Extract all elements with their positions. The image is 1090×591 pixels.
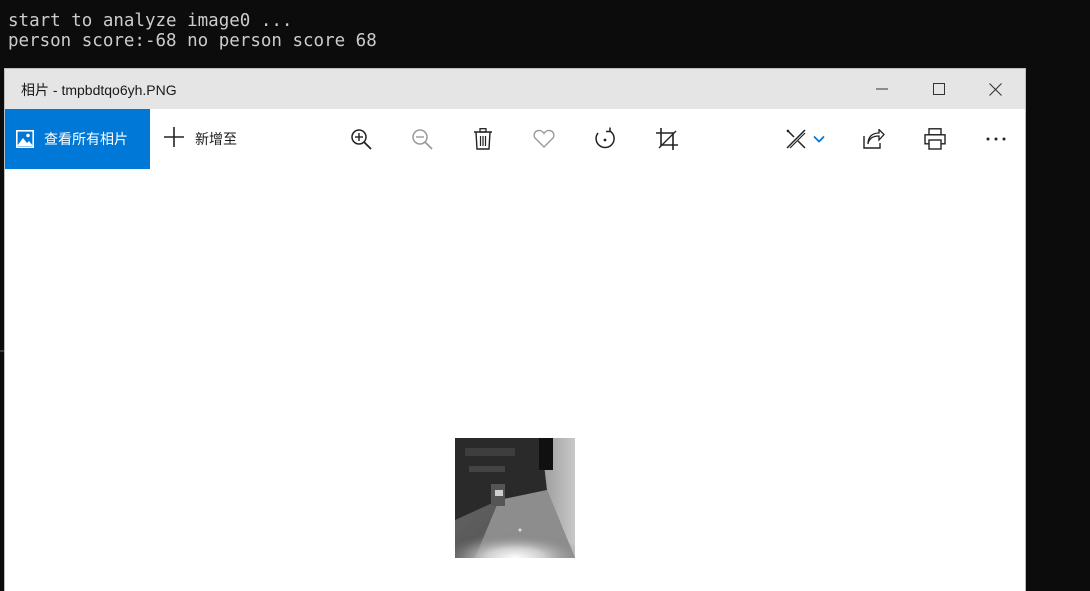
view-all-photos-label: 查看所有相片 — [44, 132, 128, 148]
share-button[interactable] — [852, 109, 896, 169]
maximize-button[interactable] — [910, 69, 967, 109]
maximize-icon — [932, 83, 945, 95]
zoom-out-icon — [412, 129, 433, 150]
console-line-2: person score:-68 no person score 68 — [8, 31, 377, 51]
crop-icon — [656, 128, 678, 150]
print-icon — [924, 128, 946, 150]
share-icon — [863, 129, 885, 149]
delete-button[interactable] — [461, 109, 505, 169]
displayed-photo[interactable] — [455, 438, 575, 558]
more-icon — [986, 137, 1006, 141]
rotate-icon — [595, 127, 615, 149]
delete-icon — [474, 128, 492, 150]
photo-canvas[interactable] — [5, 169, 1025, 591]
close-icon — [989, 82, 1002, 96]
add-to-button[interactable]: 新增至 — [163, 109, 237, 169]
zoom-in-button[interactable] — [339, 109, 383, 169]
rotate-button[interactable] — [583, 109, 627, 169]
zoom-in-icon — [351, 129, 372, 150]
edit-icon — [786, 129, 806, 149]
favorite-button[interactable] — [522, 109, 566, 169]
photo-icon — [16, 130, 34, 148]
add-to-label: 新增至 — [195, 132, 237, 148]
more-options-button[interactable] — [974, 109, 1018, 169]
plus-icon — [163, 126, 185, 153]
window-title: 相片 - tmpbdtqo6yh.PNG — [21, 82, 177, 98]
toolbar: 查看所有相片 新增至 — [5, 109, 1025, 169]
minimize-icon — [875, 88, 888, 90]
close-button[interactable] — [967, 69, 1024, 109]
zoom-out-button[interactable] — [400, 109, 444, 169]
favorite-icon — [533, 129, 555, 148]
chevron-down-icon — [813, 135, 825, 143]
grayscale-photo — [455, 438, 575, 558]
edit-and-create-button[interactable] — [775, 109, 835, 169]
title-bar[interactable]: 相片 - tmpbdtqo6yh.PNG — [5, 69, 1025, 109]
minimize-button[interactable] — [853, 69, 910, 109]
photos-app-window: 相片 - tmpbdtqo6yh.PNG 查看所有相片 新增至 — [5, 69, 1025, 591]
console-line-1: start to analyze image0 ... — [8, 11, 293, 31]
print-button[interactable] — [913, 109, 957, 169]
view-all-photos-button[interactable]: 查看所有相片 — [5, 109, 150, 169]
crop-button[interactable] — [645, 109, 689, 169]
